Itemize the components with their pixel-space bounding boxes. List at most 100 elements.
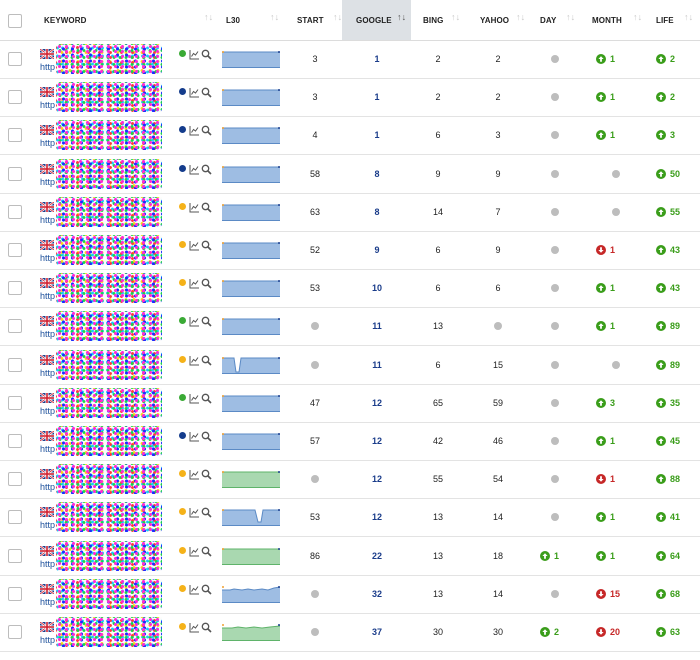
keyword-url[interactable]: http xyxy=(40,635,55,645)
search-icon[interactable] xyxy=(201,467,212,480)
search-icon[interactable] xyxy=(201,582,212,595)
search-icon[interactable] xyxy=(201,314,212,327)
row-checkbox[interactable] xyxy=(8,548,22,563)
search-icon[interactable] xyxy=(201,276,212,289)
keyword-url[interactable]: http xyxy=(40,444,55,454)
row-checkbox[interactable] xyxy=(8,395,22,410)
row-checkbox[interactable] xyxy=(8,243,22,257)
keyword-blurred[interactable] xyxy=(56,158,162,189)
chart-icon[interactable] xyxy=(189,85,200,98)
search-icon[interactable] xyxy=(201,620,212,633)
column-header-bing[interactable]: BING ↑↓ xyxy=(423,0,468,40)
row-checkbox[interactable] xyxy=(8,204,22,219)
select-all-checkbox[interactable] xyxy=(8,14,22,28)
start-rank xyxy=(295,346,335,384)
keyword-url[interactable]: http xyxy=(40,291,55,301)
search-icon[interactable] xyxy=(201,162,212,175)
row-checkbox[interactable] xyxy=(8,357,22,372)
google-rank-value: 1 xyxy=(374,54,380,64)
chart-icon[interactable] xyxy=(189,620,200,633)
keyword-url[interactable]: http xyxy=(40,253,55,263)
keyword-url[interactable]: http xyxy=(40,520,55,530)
search-icon[interactable] xyxy=(201,238,212,251)
keyword-url[interactable]: http xyxy=(40,215,55,225)
row-checkbox[interactable] xyxy=(8,281,22,296)
row-checkbox[interactable] xyxy=(8,90,22,105)
row-checkbox[interactable] xyxy=(8,510,22,525)
search-icon[interactable] xyxy=(201,544,212,557)
row-checkbox[interactable] xyxy=(8,52,22,66)
chart-icon[interactable] xyxy=(189,353,200,366)
search-icon[interactable] xyxy=(201,391,212,404)
chart-icon[interactable] xyxy=(189,544,200,557)
search-icon[interactable] xyxy=(201,505,212,518)
keyword-blurred[interactable] xyxy=(56,82,162,113)
keyword-blurred[interactable] xyxy=(56,617,162,647)
search-icon[interactable] xyxy=(201,200,212,213)
search-icon[interactable] xyxy=(201,353,212,366)
keyword-url[interactable]: http xyxy=(40,597,55,607)
chart-icon[interactable] xyxy=(189,162,200,175)
column-header-l30[interactable]: L30 ↑↓ xyxy=(226,0,281,40)
keyword-url[interactable]: http xyxy=(40,406,55,416)
chart-icon[interactable] xyxy=(189,467,200,480)
search-icon[interactable] xyxy=(201,123,212,136)
row-checkbox[interactable] xyxy=(8,472,22,487)
chart-icon[interactable] xyxy=(189,276,200,289)
keyword-url[interactable]: http xyxy=(40,138,55,148)
column-header-keyword[interactable]: KEYWORD ↑↓ xyxy=(44,0,214,40)
google-rank-value: 8 xyxy=(374,168,380,179)
keyword-url[interactable]: http xyxy=(40,100,55,110)
life-change: 89 xyxy=(656,346,696,384)
keyword-url[interactable]: http xyxy=(40,559,55,569)
keyword-blurred[interactable] xyxy=(56,311,162,342)
chart-icon[interactable] xyxy=(189,391,200,404)
row-checkbox[interactable] xyxy=(8,434,22,448)
keyword-url[interactable]: http xyxy=(40,368,55,378)
column-header-yahoo[interactable]: YAHOO ↑↓ xyxy=(480,0,528,40)
yahoo-rank: 3 xyxy=(483,116,513,154)
keyword-blurred[interactable] xyxy=(56,120,162,151)
keyword-url[interactable]: http xyxy=(40,177,55,187)
chart-icon[interactable] xyxy=(189,505,200,518)
column-header-life[interactable]: LIFE ↑↓ xyxy=(656,0,698,40)
keyword-blurred[interactable] xyxy=(56,349,162,380)
search-icon[interactable] xyxy=(201,429,212,442)
row-checkbox[interactable] xyxy=(8,586,22,601)
keyword-blurred[interactable] xyxy=(56,502,162,533)
row-checkbox[interactable] xyxy=(8,128,22,143)
column-header-day[interactable]: DAY ↑↓ xyxy=(540,0,580,40)
chart-icon[interactable] xyxy=(189,123,200,136)
month-change-value: 1 xyxy=(610,436,616,446)
keyword-blurred[interactable] xyxy=(56,578,162,609)
start-rank xyxy=(295,575,335,613)
column-header-start[interactable]: START ↑↓ xyxy=(297,0,342,40)
chart-icon[interactable] xyxy=(189,429,200,442)
month-change-value: 1 xyxy=(610,92,616,103)
keyword-blurred[interactable] xyxy=(56,196,162,227)
keyword-blurred[interactable] xyxy=(56,273,162,304)
row-checkbox[interactable] xyxy=(8,319,22,334)
chart-icon[interactable] xyxy=(189,200,200,213)
row-checkbox[interactable] xyxy=(8,625,22,639)
chart-icon[interactable] xyxy=(189,238,200,251)
keyword-blurred[interactable] xyxy=(56,540,162,571)
chart-icon[interactable] xyxy=(189,582,200,595)
column-header-google[interactable]: GOOGLE ↑↓ xyxy=(342,0,411,40)
keyword-url[interactable]: http xyxy=(40,62,55,72)
column-header-month[interactable]: MONTH ↑↓ xyxy=(592,0,642,40)
start-rank: 3 xyxy=(295,40,335,78)
keyword-blurred[interactable] xyxy=(56,426,162,456)
keyword-blurred[interactable] xyxy=(56,387,162,418)
chart-icon[interactable] xyxy=(189,47,200,60)
bing-rank: 2 xyxy=(423,78,453,116)
chart-icon[interactable] xyxy=(189,314,200,327)
search-icon[interactable] xyxy=(201,85,212,98)
keyword-url[interactable]: http xyxy=(40,329,55,339)
search-icon[interactable] xyxy=(201,47,212,60)
keyword-blurred[interactable] xyxy=(56,464,162,495)
keyword-blurred[interactable] xyxy=(56,235,162,265)
keyword-url[interactable]: http xyxy=(40,482,55,492)
row-checkbox[interactable] xyxy=(8,166,22,181)
keyword-blurred[interactable] xyxy=(56,44,162,74)
